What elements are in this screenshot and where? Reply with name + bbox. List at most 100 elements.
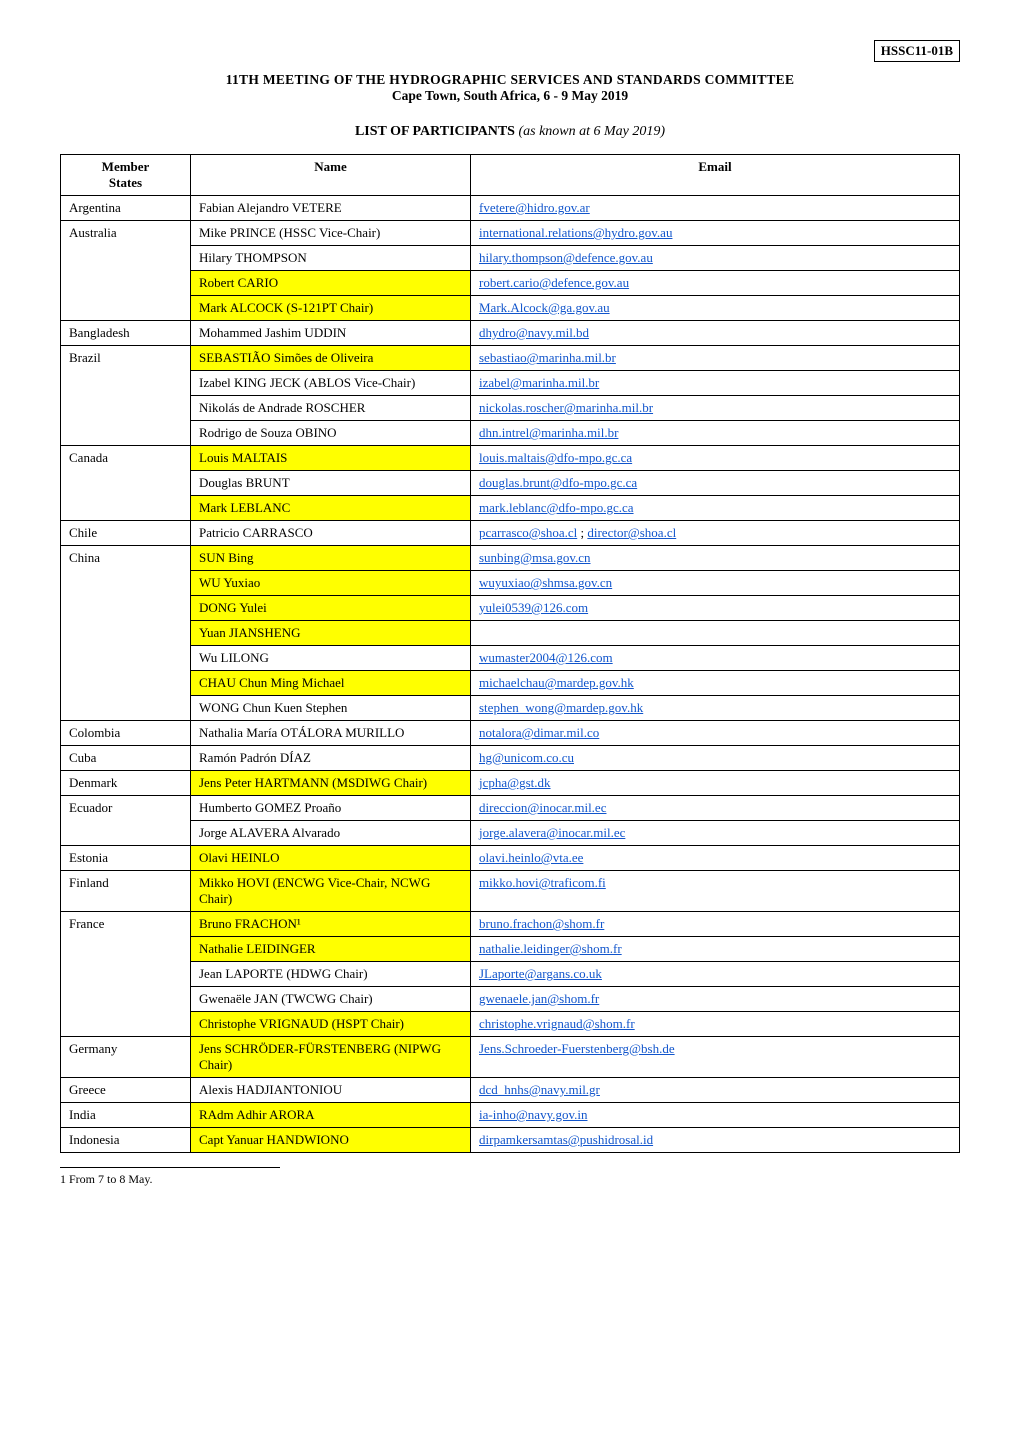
participant-email[interactable]: wuyuxiao@shmsa.gov.cn xyxy=(471,571,960,596)
email-link[interactable]: stephen_wong@mardep.gov.hk xyxy=(479,700,643,715)
participant-email[interactable]: izabel@marinha.mil.br xyxy=(471,371,960,396)
email-link[interactable]: dhydro@navy.mil.bd xyxy=(479,325,589,340)
participant-email[interactable]: hilary.thompson@defence.gov.au xyxy=(471,246,960,271)
email-link[interactable]: bruno.frachon@shom.fr xyxy=(479,916,604,931)
participant-email[interactable]: mikko.hovi@traficom.fi xyxy=(471,871,960,912)
email-link[interactable]: louis.maltais@dfo-mpo.gc.ca xyxy=(479,450,632,465)
participant-email[interactable]: robert.cario@defence.gov.au xyxy=(471,271,960,296)
participant-email[interactable]: dhydro@navy.mil.bd xyxy=(471,321,960,346)
table-row: Rodrigo de Souza OBINOdhn.intrel@marinha… xyxy=(61,421,960,446)
participant-email[interactable]: michaelchau@mardep.gov.hk xyxy=(471,671,960,696)
participant-name: RAdm Adhir ARORA xyxy=(191,1103,471,1128)
participant-name: CHAU Chun Ming Michael xyxy=(191,671,471,696)
email-link[interactable]: direccion@inocar.mil.ec xyxy=(479,800,606,815)
participant-email[interactable]: hg@unicom.co.cu xyxy=(471,746,960,771)
email-link[interactable]: mark.leblanc@dfo-mpo.gc.ca xyxy=(479,500,634,515)
participant-email[interactable]: Mark.Alcock@ga.gov.au xyxy=(471,296,960,321)
member-state: Denmark xyxy=(61,771,191,796)
participant-email[interactable]: sunbing@msa.gov.cn xyxy=(471,546,960,571)
email-link[interactable]: izabel@marinha.mil.br xyxy=(479,375,599,390)
participant-email[interactable]: stephen_wong@mardep.gov.hk xyxy=(471,696,960,721)
participant-email[interactable]: sebastiao@marinha.mil.br xyxy=(471,346,960,371)
email-link[interactable]: Jens.Schroeder-Fuerstenberg@bsh.de xyxy=(479,1041,675,1056)
participant-name: Fabian Alejandro VETERE xyxy=(191,196,471,221)
participant-email[interactable]: olavi.heinlo@vta.ee xyxy=(471,846,960,871)
header-email: Email xyxy=(471,155,960,196)
participant-email[interactable]: wumaster2004@126.com xyxy=(471,646,960,671)
email-link[interactable]: international.relations@hydro.gov.au xyxy=(479,225,672,240)
email-link[interactable]: ia-inho@navy.gov.in xyxy=(479,1107,588,1122)
email-link[interactable]: sunbing@msa.gov.cn xyxy=(479,550,591,565)
email-link[interactable]: olavi.heinlo@vta.ee xyxy=(479,850,583,865)
table-row: EstoniaOlavi HEINLOolavi.heinlo@vta.ee xyxy=(61,846,960,871)
participant-email[interactable]: jcpha@gst.dk xyxy=(471,771,960,796)
participant-email[interactable]: notalora@dimar.mil.co xyxy=(471,721,960,746)
email-link[interactable]: Mark.Alcock@ga.gov.au xyxy=(479,300,610,315)
email-link[interactable]: hg@unicom.co.cu xyxy=(479,750,574,765)
email-link[interactable]: sebastiao@marinha.mil.br xyxy=(479,350,616,365)
email-link[interactable]: dirpamkersamtas@pushidrosal.id xyxy=(479,1132,653,1147)
participant-email[interactable]: nickolas.roscher@marinha.mil.br xyxy=(471,396,960,421)
participant-email[interactable]: louis.maltais@dfo-mpo.gc.ca xyxy=(471,446,960,471)
participant-email[interactable]: yulei0539@126.com xyxy=(471,596,960,621)
participant-name: Mikko HOVI (ENCWG Vice-Chair, NCWG Chair… xyxy=(191,871,471,912)
meeting-subtitle: Cape Town, South Africa, 6 - 9 May 2019 xyxy=(60,88,960,104)
email-link[interactable]: fvetere@hidro.gov.ar xyxy=(479,200,590,215)
email-link[interactable]: michaelchau@mardep.gov.hk xyxy=(479,675,634,690)
table-row: Yuan JIANSHENG xyxy=(61,621,960,646)
participant-name: Mike PRINCE (HSSC Vice-Chair) xyxy=(191,221,471,246)
member-state: Cuba xyxy=(61,746,191,771)
participant-name: Wu LILONG xyxy=(191,646,471,671)
email-link[interactable]: robert.cario@defence.gov.au xyxy=(479,275,629,290)
email-link[interactable]: christophe.vrignaud@shom.fr xyxy=(479,1016,635,1031)
email-link[interactable]: mikko.hovi@traficom.fi xyxy=(479,875,606,890)
participant-email[interactable]: Jens.Schroeder-Fuerstenberg@bsh.de xyxy=(471,1037,960,1078)
participant-email[interactable]: bruno.frachon@shom.fr xyxy=(471,912,960,937)
participant-email[interactable]: ia-inho@navy.gov.in xyxy=(471,1103,960,1128)
table-row: Wu LILONG wumaster2004@126.com xyxy=(61,646,960,671)
meeting-title: 11th Meeting of the Hydrographic Service… xyxy=(60,72,960,88)
participant-email[interactable]: pcarrasco@shoa.cl ; director@shoa.cl xyxy=(471,521,960,546)
participant-email[interactable]: jorge.alavera@inocar.mil.ec xyxy=(471,821,960,846)
email-link[interactable]: jcpha@gst.dk xyxy=(479,775,551,790)
participant-email[interactable]: mark.leblanc@dfo-mpo.gc.ca xyxy=(471,496,960,521)
participant-email[interactable]: fvetere@hidro.gov.ar xyxy=(471,196,960,221)
table-row: CHAU Chun Ming Michael michaelchau@mardep… xyxy=(61,671,960,696)
email-link[interactable]: wuyuxiao@shmsa.gov.cn xyxy=(479,575,612,590)
participant-email[interactable]: direccion@inocar.mil.ec xyxy=(471,796,960,821)
document-header: 11th Meeting of the Hydrographic Service… xyxy=(60,72,960,104)
participant-email[interactable]: christophe.vrignaud@shom.fr xyxy=(471,1012,960,1037)
email-link[interactable]: douglas.brunt@dfo-mpo.gc.ca xyxy=(479,475,637,490)
table-row: ChinaSUN Bingsunbing@msa.gov.cn xyxy=(61,546,960,571)
participant-name: SEBASTIÃO Simões de Oliveira xyxy=(191,346,471,371)
member-state: China xyxy=(61,546,191,721)
member-state: Germany xyxy=(61,1037,191,1078)
participant-email[interactable] xyxy=(471,621,960,646)
participant-email[interactable]: international.relations@hydro.gov.au xyxy=(471,221,960,246)
document-id: HSSC11-01B xyxy=(874,40,960,62)
email-link[interactable]: JLaporte@argans.co.uk xyxy=(479,966,602,981)
participant-email[interactable]: gwenaele.jan@shom.fr xyxy=(471,987,960,1012)
participant-email[interactable]: douglas.brunt@dfo-mpo.gc.ca xyxy=(471,471,960,496)
email-link[interactable]: notalora@dimar.mil.co xyxy=(479,725,599,740)
email-link[interactable]: jorge.alavera@inocar.mil.ec xyxy=(479,825,625,840)
email-link[interactable]: pcarrasco@shoa.cl xyxy=(479,525,577,540)
participant-email[interactable]: JLaporte@argans.co.uk xyxy=(471,962,960,987)
email-link[interactable]: dcd_hnhs@navy.mil.gr xyxy=(479,1082,600,1097)
email-link[interactable]: yulei0539@126.com xyxy=(479,600,588,615)
email-link[interactable]: gwenaele.jan@shom.fr xyxy=(479,991,599,1006)
participant-email[interactable]: dirpamkersamtas@pushidrosal.id xyxy=(471,1128,960,1153)
participant-email[interactable]: dcd_hnhs@navy.mil.gr xyxy=(471,1078,960,1103)
email-link[interactable]: wumaster2004@126.com xyxy=(479,650,613,665)
header-member: MemberStates xyxy=(61,155,191,196)
email-link[interactable]: director@shoa.cl xyxy=(587,525,676,540)
participant-email[interactable]: nathalie.leidinger@shom.fr xyxy=(471,937,960,962)
email-link[interactable]: nickolas.roscher@marinha.mil.br xyxy=(479,400,653,415)
participant-email[interactable]: dhn.intrel@marinha.mil.br xyxy=(471,421,960,446)
participant-name: Olavi HEINLO xyxy=(191,846,471,871)
participant-name: Jens Peter HARTMANN (MSDIWG Chair) xyxy=(191,771,471,796)
email-link[interactable]: hilary.thompson@defence.gov.au xyxy=(479,250,653,265)
email-link[interactable]: nathalie.leidinger@shom.fr xyxy=(479,941,622,956)
participant-name: Ramón Padrón DÍAZ xyxy=(191,746,471,771)
email-link[interactable]: dhn.intrel@marinha.mil.br xyxy=(479,425,618,440)
